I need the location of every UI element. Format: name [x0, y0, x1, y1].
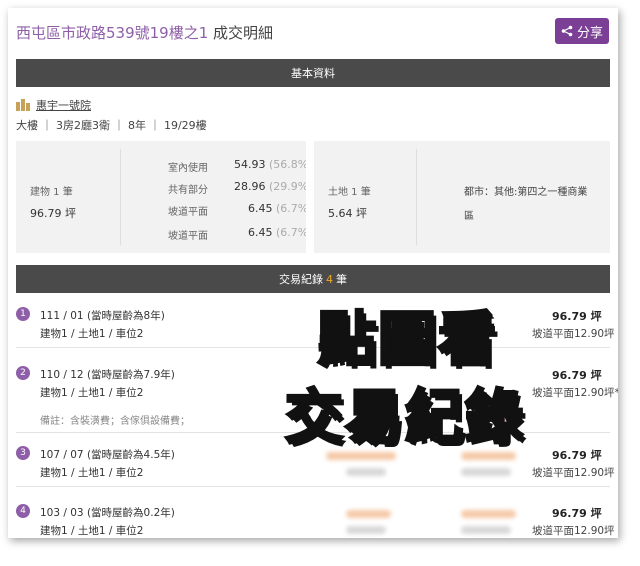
area-row-label: 室內使用	[168, 163, 208, 174]
area-row-value: 6.45 (6.7%)	[248, 202, 313, 215]
zoning-text-cont: 區	[464, 211, 474, 222]
land-area-value: 5.64 坪	[328, 207, 367, 220]
transaction-detail: 建物1 / 土地1 / 車位2	[40, 387, 144, 399]
transaction-date: 111 / 01 (當時屋齡為8年)	[40, 310, 165, 322]
transaction-area: 96.79 坪	[552, 507, 602, 520]
building-icon	[16, 99, 30, 111]
building-area-value: 96.79 坪	[30, 207, 76, 220]
transactions-unit: 筆	[336, 273, 347, 286]
transaction-row[interactable]: 1 111 / 01 (當時屋齡為8年) 建物1 / 土地1 / 車位2 96.…	[16, 301, 615, 348]
land-count-label: 土地 1 筆	[328, 187, 371, 198]
area-row-label: 坡道平面	[168, 207, 208, 218]
building-count-label: 建物 1 筆	[30, 187, 73, 198]
community-name: 惠宇一號院	[36, 99, 91, 112]
row-index-badge: 2	[16, 366, 30, 380]
title-suffix: 成交明細	[208, 24, 274, 42]
property-specs: 大樓 ｜ 3房2廳3衛 ｜ 8年 ｜ 19/29樓	[16, 119, 207, 132]
row-index-badge: 4	[16, 504, 30, 518]
area-row-label: 坡道平面	[168, 231, 208, 242]
transaction-date: 107 / 07 (當時屋齡為4.5年)	[40, 449, 175, 461]
overlay-caption-line1: 點圖看	[316, 304, 499, 375]
share-icon	[561, 25, 573, 37]
transaction-note: 備註：含裝潢費；含傢俱設備費；	[40, 416, 190, 427]
area-row-value: 28.96 (29.9%)	[234, 180, 313, 193]
transaction-area: 96.79 坪	[552, 310, 602, 323]
basic-info-title: 基本資料	[291, 67, 335, 80]
transaction-ramp: 坡道平面12.90坪*	[532, 387, 618, 399]
transaction-row[interactable]: 4 103 / 03 (當時屋齡為0.2年) 建物1 / 土地1 / 車位2 9…	[16, 498, 615, 538]
transaction-detail-card: 西屯區市政路539號19樓之1 成交明細 分享 基本資料 惠宇一號院 大樓 ｜ …	[8, 8, 618, 538]
transaction-area: 96.79 坪	[552, 449, 602, 462]
basic-info-header: 基本資料	[16, 59, 610, 87]
zoning-text: 都市：其他:第四之一種商業	[464, 187, 588, 198]
overlay-caption-line2: 交易紀錄	[283, 382, 526, 453]
page-title: 西屯區市政路539號19樓之1 成交明細	[16, 22, 273, 43]
summary-divider	[120, 149, 121, 245]
blurred-price	[461, 510, 516, 518]
blurred-price	[346, 510, 391, 518]
transaction-area: 96.79 坪	[552, 369, 602, 382]
address-title: 西屯區市政路539號19樓之1	[16, 24, 209, 42]
area-row-value: 6.45 (6.7%)	[248, 226, 313, 239]
share-button[interactable]: 分享	[555, 18, 609, 44]
transactions-title: 交易紀錄	[279, 273, 323, 286]
row-index-badge: 3	[16, 446, 30, 460]
community-link[interactable]: 惠宇一號院	[16, 97, 91, 113]
summary-divider	[416, 149, 417, 245]
transaction-ramp: 坡道平面12.90坪	[532, 328, 615, 340]
blurred-unit-price	[346, 468, 386, 476]
transactions-header: 交易紀錄 4 筆	[16, 265, 610, 293]
transaction-date: 103 / 03 (當時屋齡為0.2年)	[40, 507, 175, 519]
row-index-badge: 1	[16, 307, 30, 321]
blurred-unit-price	[346, 526, 386, 534]
transaction-date: 110 / 12 (當時屋齡為7.9年)	[40, 369, 175, 381]
area-row-value: 54.93 (56.8%)	[234, 158, 313, 171]
summary-gap	[306, 141, 314, 253]
blurred-unit-price	[461, 468, 511, 476]
blurred-unit-price	[461, 526, 511, 534]
area-row-label: 共有部分	[168, 185, 208, 196]
transaction-ramp: 坡道平面12.90坪	[532, 467, 615, 479]
transactions-count: 4	[326, 272, 333, 286]
transaction-detail: 建物1 / 土地1 / 車位2	[40, 328, 144, 340]
transaction-detail: 建物1 / 土地1 / 車位2	[40, 467, 144, 479]
share-label: 分享	[576, 25, 603, 41]
transaction-detail: 建物1 / 土地1 / 車位2	[40, 525, 144, 537]
transaction-ramp: 坡道平面12.90坪	[532, 525, 615, 537]
